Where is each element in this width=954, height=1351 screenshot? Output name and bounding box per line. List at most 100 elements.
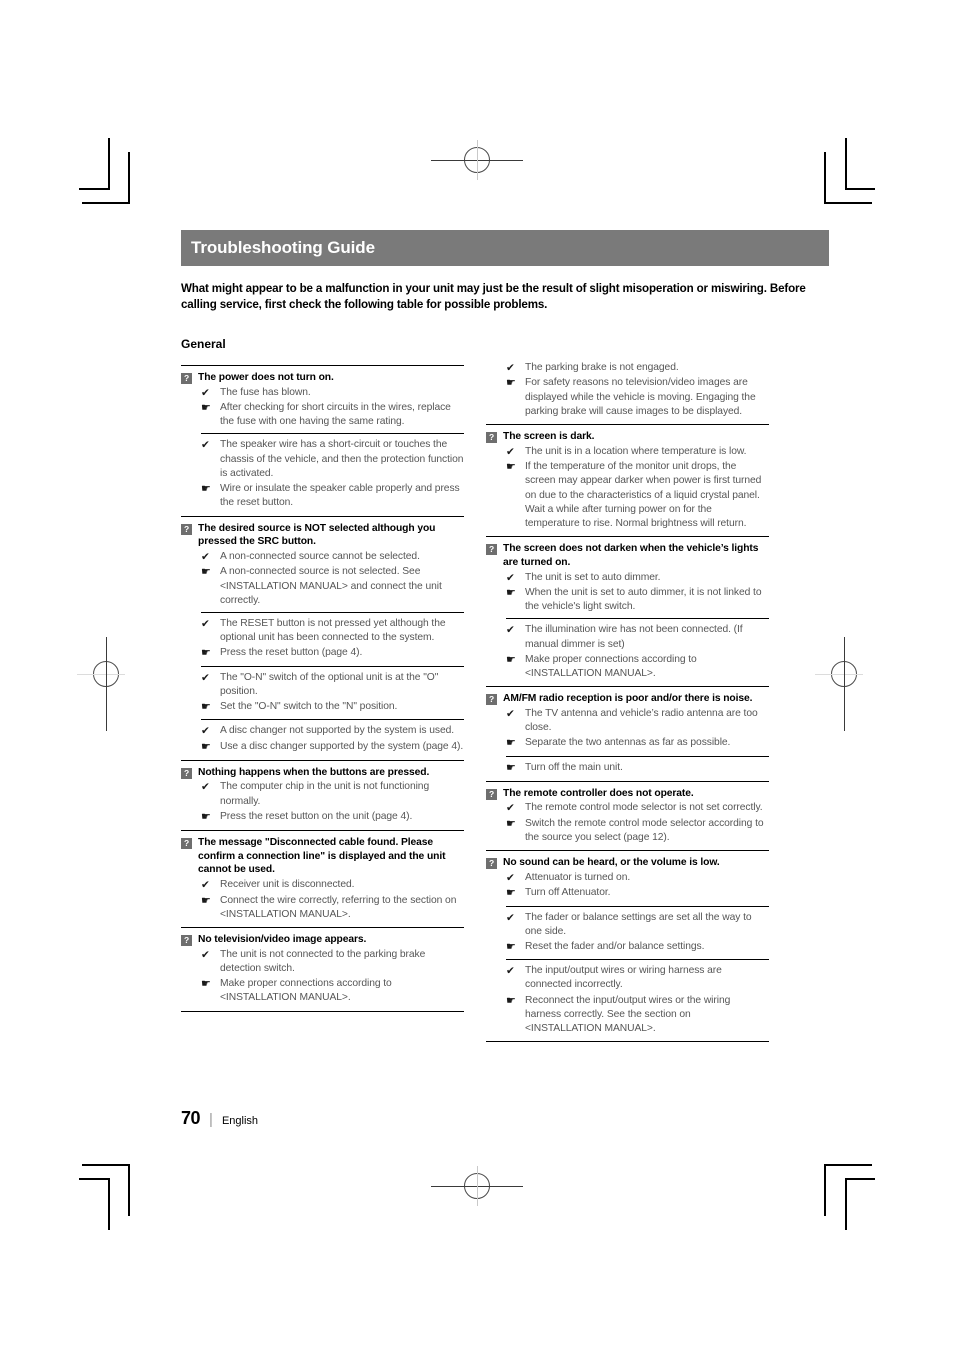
symptom-text: No sound can be heard, or the volume is … — [503, 857, 720, 869]
cause-text: Attenuator is turned on. — [525, 871, 631, 883]
check-icon: ✔ — [201, 617, 210, 630]
cause-item: ✔ The unit is set to auto dimmer. — [506, 571, 769, 585]
pointing-hand-icon: ☛ — [201, 647, 211, 660]
block-divider — [486, 780, 769, 782]
remedy-text: Connect the wire correctly, referring to… — [220, 894, 457, 920]
group-divider — [506, 618, 769, 620]
block-divider — [181, 364, 464, 366]
remedy-item: ☛ For safety reasons no television/video … — [506, 376, 769, 419]
symptom-text: The screen is dark. — [503, 431, 595, 442]
group-divider — [201, 611, 464, 613]
check-icon: ✔ — [201, 948, 210, 961]
block-divider — [181, 759, 464, 761]
check-icon: ✔ — [201, 386, 210, 399]
symptom-heading: ? The power does not turn on. — [181, 371, 464, 385]
trouble-block: ? The power does not turn on. ✔ The fuse ha… — [181, 364, 464, 511]
registration-mark-top-vline — [477, 140, 478, 180]
pointing-hand-icon: ☛ — [506, 761, 516, 774]
cause-item: ✔ The fader or balance settings are set a… — [506, 911, 769, 939]
cause-item: ✔ The unit is in a location where tempera… — [506, 445, 769, 459]
symptom-text: AM/FM radio reception is poor and/or the… — [503, 693, 753, 705]
remedy-item: ☛ Turn off Attenuator. — [506, 886, 769, 901]
remedy-text: Reset the fader and/or balance settings. — [525, 941, 705, 953]
crop-mark-top-right-inner-h — [824, 202, 872, 204]
cause-item: ✔ The TV antenna and vehicle’s radio ante… — [506, 707, 769, 735]
remedy-text: Use a disc changer supported by the syst… — [220, 740, 464, 752]
remedy-item: ☛ Separate the two antennas as far as pos… — [506, 736, 769, 751]
crop-mark-bottom-left-outer-h — [79, 1178, 109, 1180]
group-divider — [506, 755, 769, 757]
symptom-heading: ? Nothing happens when the buttons are pr… — [181, 766, 464, 780]
question-mark-icon: ? — [486, 544, 497, 556]
crop-mark-top-left-outer-v — [108, 138, 110, 190]
remedy-text: Wire or insulate the speaker cable prope… — [220, 483, 460, 509]
page-title: Troubleshooting Guide — [181, 230, 829, 266]
remedy-text: Make proper connections according to <IN… — [525, 653, 697, 680]
remedy-item: ☛ Turn off the main unit. — [506, 761, 769, 776]
cause-text: The unit is not connected to the parking… — [220, 948, 426, 974]
check-icon: ✔ — [201, 550, 210, 563]
cause-remedy-group: ✔ The RESET button is not pressed yet alt… — [181, 617, 464, 662]
remedy-text: Turn off Attenuator. — [525, 887, 611, 899]
block-divider — [486, 424, 769, 425]
remedy-item: ☛ Make proper connections according to <I… — [506, 653, 769, 681]
cause-text: A non-connected source cannot be selecte… — [220, 550, 420, 562]
check-icon: ✔ — [506, 624, 515, 637]
cause-remedy-group: ✔ The unit is set to auto dimmer. ☛ When th… — [486, 571, 769, 615]
check-icon: ✔ — [506, 871, 515, 884]
check-icon: ✔ — [506, 445, 515, 458]
block-divider — [486, 686, 769, 688]
remedy-text: Separate the two antennas as far as poss… — [525, 737, 731, 749]
group-divider — [506, 959, 769, 961]
symptom-text: The power does not turn on. — [198, 371, 334, 383]
remedy-item: ☛ A non-connected source is not selected.… — [201, 565, 464, 608]
crop-mark-top-right-outer-v — [845, 138, 847, 190]
block-end-divider — [486, 1041, 769, 1043]
cause-item: ✔ The parking brake is not engaged. — [506, 361, 769, 375]
crop-mark-bottom-left-inner-h — [82, 1164, 130, 1166]
cause-remedy-group: ✔ Attenuator is turned on. ☛ Turn off Atten… — [486, 871, 769, 902]
cause-remedy-group: ✔ The unit is in a location where tempera… — [486, 445, 769, 532]
cause-item: ✔ A non-connected source cannot be select… — [201, 550, 464, 564]
check-icon: ✔ — [506, 802, 515, 815]
crop-mark-bottom-right-inner-h — [824, 1164, 872, 1166]
cause-remedy-group: ✔ The input/output wires or wiring harnes… — [486, 964, 769, 1036]
symptom-text: The desired source is NOT selected altho… — [198, 522, 436, 548]
block-divider — [486, 850, 769, 852]
crop-mark-top-left-inner-h — [82, 202, 130, 204]
question-mark-icon: ? — [181, 372, 192, 384]
cause-remedy-group: ✔ The computer chip in the unit is not fu… — [181, 780, 464, 825]
footer-separator: | — [209, 1111, 213, 1128]
block-divider — [486, 536, 769, 538]
remedy-item: ☛ Switch the remote control mode selector… — [506, 817, 769, 845]
cause-remedy-group: ✔ The illumination wire has not been conn… — [486, 623, 769, 681]
cause-text: The parking brake is not engaged. — [525, 361, 679, 373]
cause-remedy-group: ✔ A disc changer not supported by the sys… — [181, 724, 464, 755]
crop-mark-top-right-inner-v — [824, 152, 826, 204]
two-column-layout: ? The power does not turn on. ✔ The fuse ha… — [181, 360, 829, 1047]
pointing-hand-icon: ☛ — [506, 737, 516, 750]
cause-text: Receiver unit is disconnected. — [220, 879, 355, 891]
cause-item: ✔ A disc changer not supported by the sys… — [201, 724, 464, 738]
cause-item: ✔ Receiver unit is disconnected. — [201, 878, 464, 892]
check-icon: ✔ — [201, 725, 210, 738]
section-heading-general: General — [181, 336, 226, 351]
remedy-item: ☛ Press the reset button (page 4). — [201, 646, 464, 661]
question-mark-icon: ? — [181, 523, 192, 535]
remedy-text: If the temperature of the monitor unit d… — [525, 461, 762, 529]
cause-text: The unit is set to auto dimmer. — [525, 571, 661, 583]
cause-item: ✔ The remote control mode selector is not… — [506, 801, 769, 815]
question-mark-icon: ? — [486, 788, 497, 800]
crop-mark-top-right-outer-h — [845, 188, 875, 190]
cause-text: The speaker wire has a short-circuit or … — [220, 439, 464, 479]
check-icon: ✔ — [201, 781, 210, 794]
cause-item: ✔ The illumination wire has not been conn… — [506, 623, 769, 651]
cause-text: The "O-N" switch of the optional unit is… — [220, 671, 439, 697]
cause-text: The illumination wire has not been conne… — [525, 624, 743, 650]
left-column: ? The power does not turn on. ✔ The fuse ha… — [181, 360, 464, 1017]
symptom-text: The remote controller does not operate. — [503, 787, 694, 799]
pointing-hand-icon: ☛ — [201, 566, 211, 579]
trouble-block: ✔ The parking brake is not engaged. ☛ For s… — [486, 361, 769, 419]
pointing-hand-icon: ☛ — [506, 461, 516, 474]
cause-item: ✔ The speaker wire has a short-circuit or… — [201, 438, 464, 481]
